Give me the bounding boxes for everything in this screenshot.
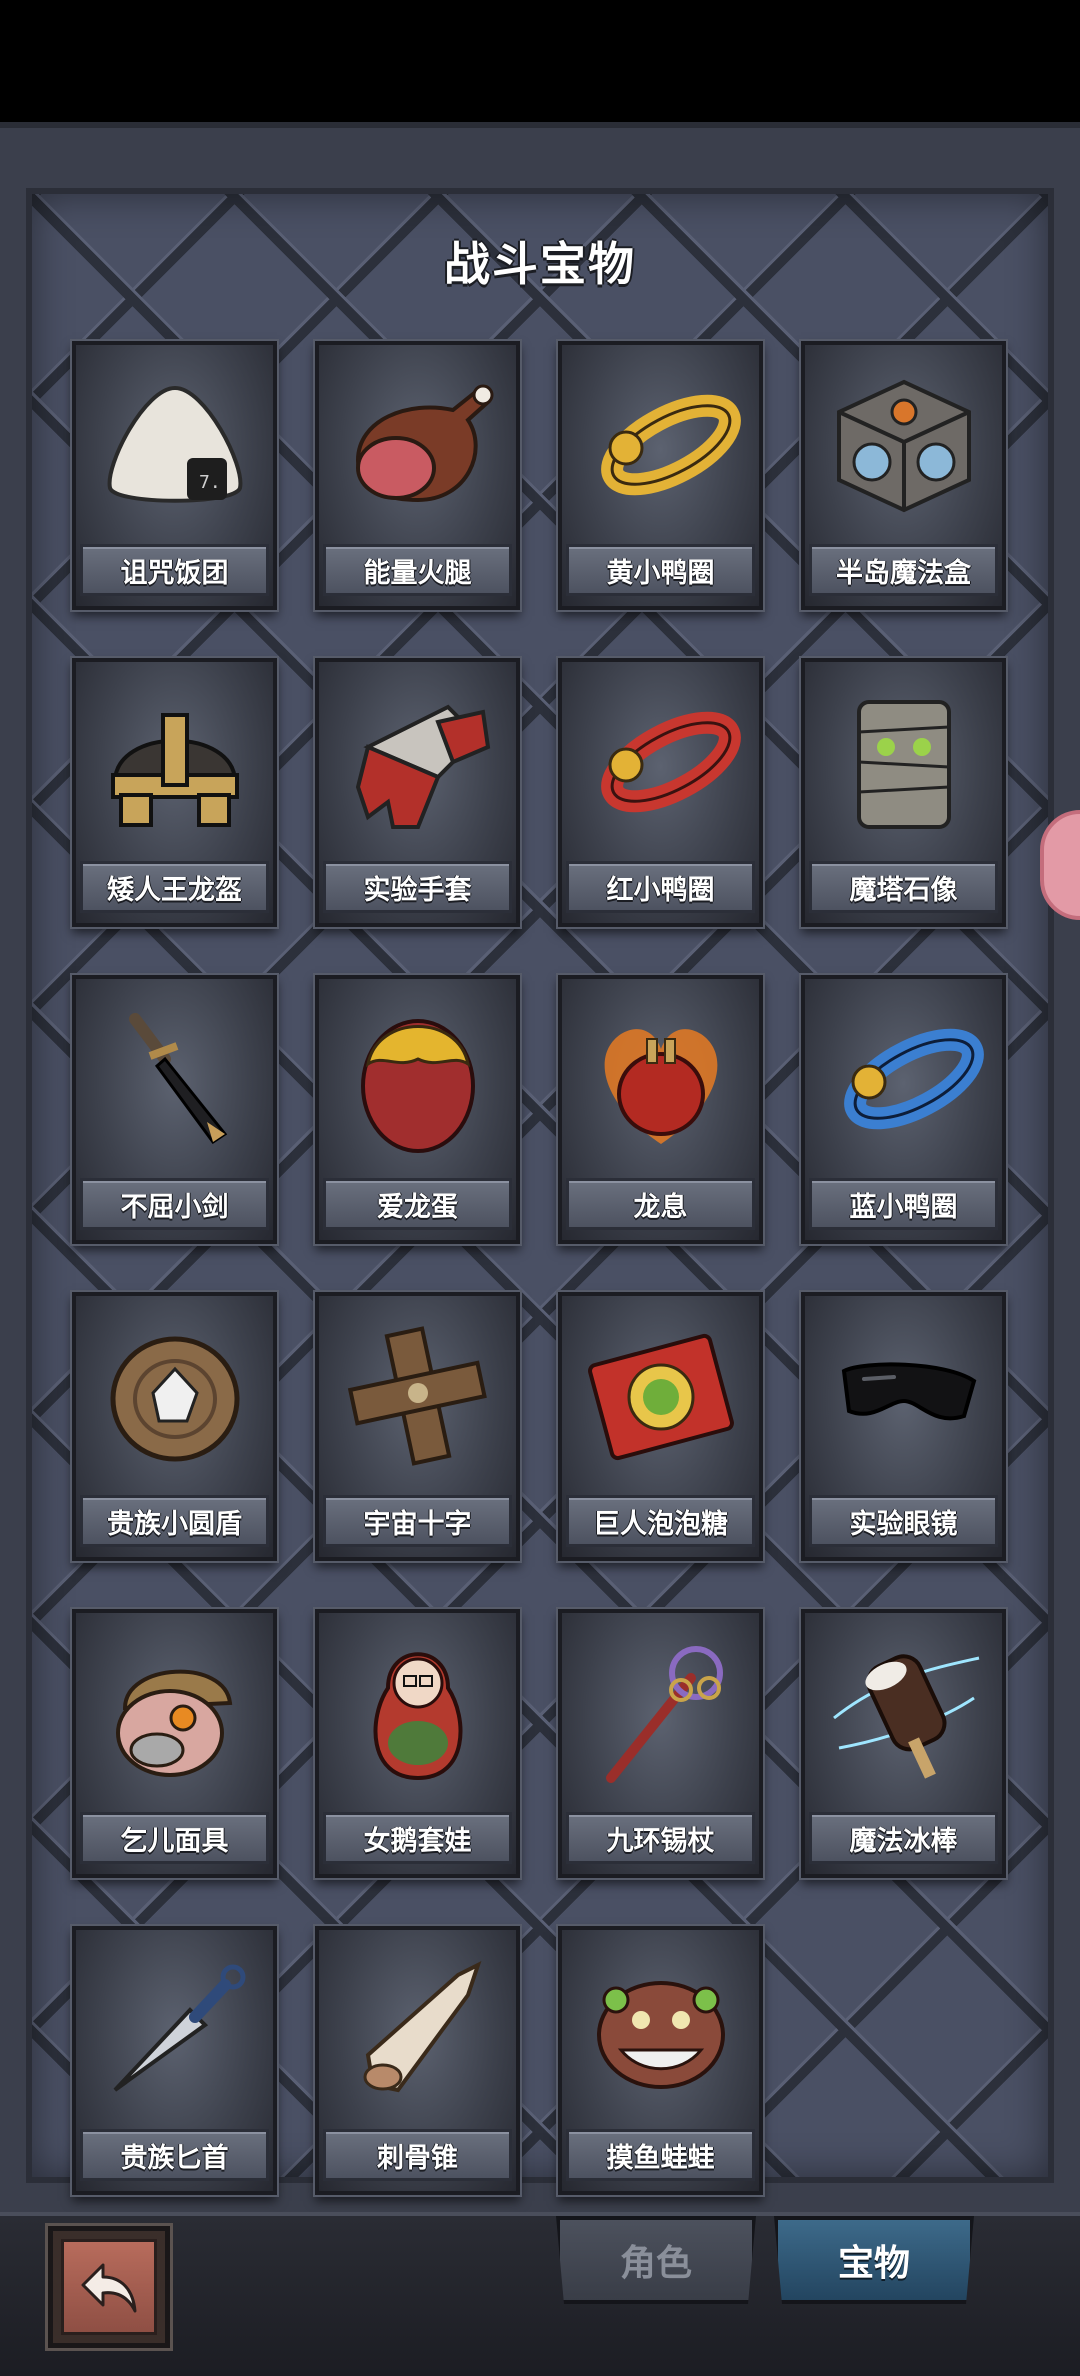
tab-treasure[interactable]: 宝物 [774, 2216, 974, 2304]
svg-text:7.: 7. [199, 472, 221, 493]
beggar-mask-icon [76, 1613, 273, 1813]
treasure-label: 半岛魔法盒 [836, 557, 971, 589]
treasure-label: 诅咒饭团 [120, 557, 229, 589]
treasure-card[interactable]: 乞儿面具 [72, 1609, 277, 1878]
tab-treasure-label: 宝物 [837, 2243, 910, 2284]
glove-icon [319, 662, 516, 862]
treasure-card[interactable]: 魔塔石像 [801, 658, 1006, 927]
dwarf-helmet-icon [76, 662, 273, 862]
yellow-duck-ring-icon [562, 345, 759, 545]
treasure-label: 巨人泡泡糖 [593, 1508, 728, 1540]
treasure-label: 宇宙十字 [363, 1508, 472, 1540]
treasure-label: 贵族小圆盾 [107, 1508, 242, 1540]
shield-icon [76, 1296, 273, 1496]
status-bar-area [0, 0, 1080, 122]
treasure-card[interactable]: 矮人王龙盔 [72, 658, 277, 927]
treasure-label: 实验手套 [363, 874, 472, 906]
treasure-card[interactable]: 宇宙十字 [315, 1292, 520, 1561]
treasure-label: 龙息 [633, 1191, 688, 1223]
treasure-card[interactable]: 贵族小圆盾 [72, 1292, 277, 1561]
stone-statue-icon [805, 662, 1002, 862]
treasure-label: 魔法冰棒 [849, 1825, 958, 1857]
wooden-cross-icon [319, 1296, 516, 1496]
treasure-card[interactable]: 不屈小剑 [72, 975, 277, 1244]
treasure-card[interactable]: 刺骨锥 [315, 1926, 520, 2195]
tab-role-label: 角色 [619, 2243, 692, 2284]
blue-duck-ring-icon [805, 979, 1002, 1179]
treasure-label: 能量火腿 [363, 557, 472, 589]
treasure-card[interactable]: 实验手套 [315, 658, 520, 927]
treasure-label: 红小鸭圈 [606, 874, 715, 906]
back-button[interactable] [48, 2226, 170, 2348]
treasure-card[interactable]: 黄小鸭圈 [558, 341, 763, 610]
treasure-card[interactable]: 7. 诅咒饭团 [72, 341, 277, 610]
bone-spike-icon [319, 1930, 516, 2130]
treasure-label: 魔塔石像 [849, 874, 958, 906]
staff-icon [562, 1613, 759, 1813]
treasure-label: 蓝小鸭圈 [849, 1191, 958, 1223]
treasure-card[interactable]: 半岛魔法盒 [801, 341, 1006, 610]
treasure-label: 不屈小剑 [120, 1191, 229, 1223]
treasure-label: 九环锡杖 [606, 1825, 715, 1857]
treasure-label: 实验眼镜 [849, 1508, 958, 1540]
nesting-doll-icon [319, 1613, 516, 1813]
bubble-gum-icon [562, 1296, 759, 1496]
tab-role[interactable]: 角色 [556, 2216, 756, 2304]
treasure-card[interactable]: 龙息 [558, 975, 763, 1244]
treasure-label: 摸鱼蛙蛙 [606, 2142, 715, 2174]
treasure-label: 刺骨锥 [377, 2142, 458, 2174]
goggles-icon [805, 1296, 1002, 1496]
treasure-card[interactable]: 实验眼镜 [801, 1292, 1006, 1561]
back-arrow-icon [61, 2239, 157, 2335]
treasure-label: 乞儿面具 [120, 1825, 229, 1857]
treasure-grid: 7. 诅咒饭团 能量火腿 黄小鸭圈 半岛魔法盒 矮人王龙盔 实验手套 红小鸭圈 … [72, 341, 1006, 2195]
ice-pop-icon [805, 1613, 1002, 1813]
page-title: 战斗宝物 [444, 237, 636, 291]
dragon-egg-icon [319, 979, 516, 1179]
treasure-label: 黄小鸭圈 [606, 557, 715, 589]
treasure-label: 贵族匕首 [120, 2142, 229, 2174]
treasure-card[interactable]: 蓝小鸭圈 [801, 975, 1006, 1244]
treasure-label: 矮人王龙盔 [107, 874, 242, 906]
treasure-card[interactable]: 贵族匕首 [72, 1926, 277, 2195]
magic-cube-icon [805, 345, 1002, 545]
red-duck-ring-icon [562, 662, 759, 862]
sword-icon [76, 979, 273, 1179]
treasure-label: 爱龙蛋 [377, 1191, 458, 1223]
treasure-card[interactable]: 红小鸭圈 [558, 658, 763, 927]
ham-icon [319, 345, 516, 545]
treasure-label: 女鹅套娃 [363, 1825, 472, 1857]
treasure-card[interactable]: 摸鱼蛙蛙 [558, 1926, 763, 2195]
treasure-card[interactable]: 九环锡杖 [558, 1609, 763, 1878]
treasure-card[interactable]: 女鹅套娃 [315, 1609, 520, 1878]
rice-ball-icon: 7. [76, 345, 273, 545]
dragon-heart-icon [562, 979, 759, 1179]
treasure-card[interactable]: 魔法冰棒 [801, 1609, 1006, 1878]
frog-icon [562, 1930, 759, 2130]
treasure-card[interactable]: 能量火腿 [315, 341, 520, 610]
treasure-card[interactable]: 爱龙蛋 [315, 975, 520, 1244]
treasure-card[interactable]: 巨人泡泡糖 [558, 1292, 763, 1561]
dagger-icon [76, 1930, 273, 2130]
